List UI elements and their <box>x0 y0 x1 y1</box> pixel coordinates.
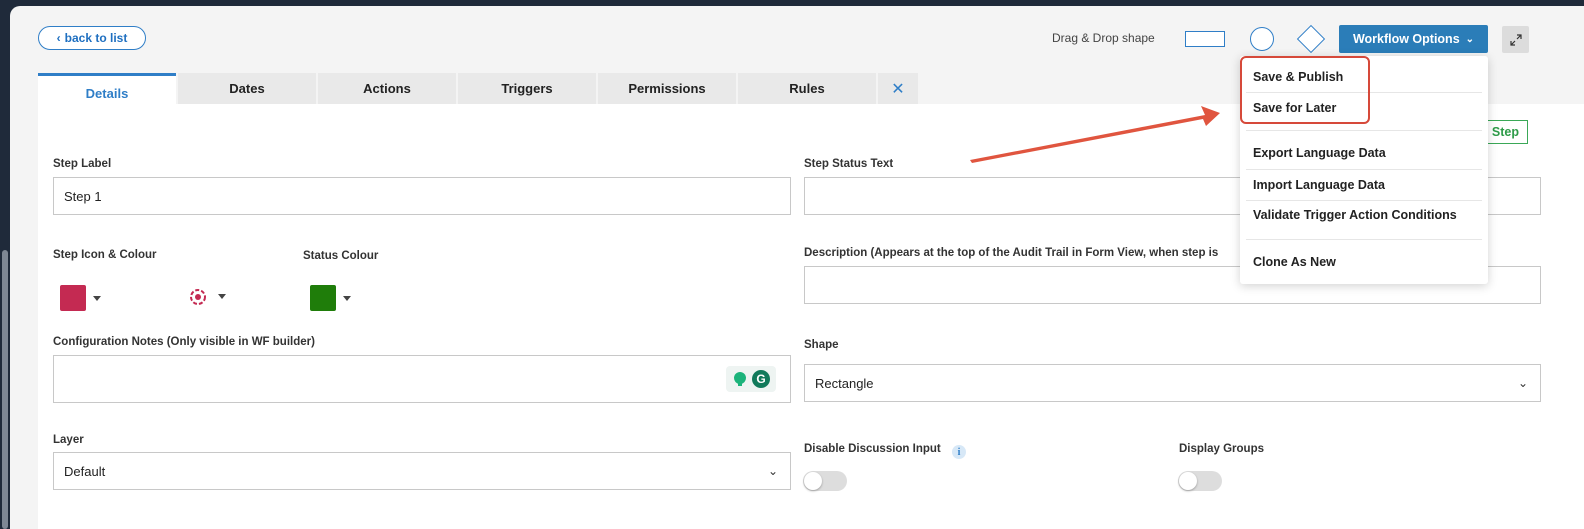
drag-drop-label: Drag & Drop shape <box>1052 31 1155 45</box>
rectangle-shape-icon[interactable] <box>1185 31 1225 47</box>
expand-icon <box>1509 33 1522 46</box>
menu-divider <box>1246 169 1482 170</box>
tab-bar: Details Dates Actions Triggers Permissio… <box>38 73 920 108</box>
grammarly-widget[interactable]: G <box>726 366 776 392</box>
status-colour-swatch[interactable] <box>310 285 336 311</box>
menu-item-validate-trigger[interactable]: Validate Trigger Action Conditions <box>1253 208 1457 222</box>
description-label: Description (Appears at the top of the A… <box>804 247 1219 259</box>
status-colour-caret-icon[interactable] <box>343 296 351 301</box>
layer-label: Layer <box>53 434 84 446</box>
annotation-arrow <box>970 106 1220 163</box>
shape-value: Rectangle <box>815 375 874 391</box>
chevron-left-icon: ‹ <box>56 31 61 45</box>
menu-item-export-language[interactable]: Export Language Data <box>1253 146 1386 160</box>
step-label-label: Step Label <box>53 158 112 170</box>
menu-divider <box>1246 130 1482 131</box>
back-to-list-label: back to list <box>64 31 128 45</box>
step-icon-caret-icon[interactable] <box>218 294 226 299</box>
scrollbar-thumb[interactable] <box>2 250 8 529</box>
svg-text:G: G <box>756 372 765 386</box>
tab-dates[interactable]: Dates <box>178 73 316 104</box>
step-colour-swatch[interactable] <box>60 285 86 311</box>
back-to-list-button[interactable]: ‹ back to list <box>38 26 146 50</box>
grammarly-icon: G <box>751 370 770 388</box>
shape-select[interactable]: Rectangle ⌄ <box>804 364 1541 402</box>
step-icon-colour-label: Step Icon & Colour <box>53 249 157 261</box>
menu-divider <box>1246 239 1482 240</box>
close-tab-icon[interactable]: ✕ <box>878 73 918 104</box>
workflow-options-label: Workflow Options <box>1352 32 1460 46</box>
configuration-notes-textarea[interactable] <box>53 355 791 403</box>
step-gear-icon[interactable] <box>187 286 209 308</box>
tab-triggers[interactable]: Triggers <box>458 73 596 104</box>
menu-divider <box>1246 200 1482 201</box>
workflow-builder: ‹ back to list Drag & Drop shape Workflo… <box>10 6 1584 529</box>
expand-button[interactable] <box>1502 26 1529 53</box>
menu-item-import-language[interactable]: Import Language Data <box>1253 178 1385 192</box>
display-groups-label: Display Groups <box>1179 443 1264 455</box>
save-options-highlight <box>1240 56 1370 124</box>
status-colour-label: Status Colour <box>303 250 379 262</box>
workflow-options-button[interactable]: Workflow Options ⌄ <box>1339 25 1488 53</box>
configuration-notes-label: Configuration Notes (Only visible in WF … <box>53 336 315 348</box>
tab-actions[interactable]: Actions <box>318 73 456 104</box>
tab-permissions[interactable]: Permissions <box>598 73 736 104</box>
info-icon[interactable]: i <box>952 445 966 459</box>
lightbulb-icon <box>733 372 746 386</box>
diamond-shape-icon[interactable] <box>1296 24 1326 54</box>
step-colour-caret-icon[interactable] <box>93 296 101 301</box>
display-groups-toggle[interactable] <box>1178 471 1222 491</box>
tab-details[interactable]: Details <box>38 73 176 108</box>
chevron-down-icon: ⌄ <box>767 464 778 478</box>
disable-discussion-label: Disable Discussion Input <box>804 443 941 455</box>
step-status-text-label: Step Status Text <box>804 158 894 170</box>
circle-shape-icon[interactable] <box>1250 27 1274 51</box>
menu-item-clone-as-new[interactable]: Clone As New <box>1253 255 1336 269</box>
step-label-input[interactable]: Step 1 <box>53 177 791 215</box>
scrollbar-track[interactable] <box>0 0 10 529</box>
chevron-down-icon: ⌄ <box>1517 376 1528 390</box>
tab-rules[interactable]: Rules <box>738 73 876 104</box>
chevron-down-icon: ⌄ <box>1465 33 1475 45</box>
shape-label: Shape <box>804 339 839 351</box>
disable-discussion-toggle[interactable] <box>803 471 847 491</box>
layer-select[interactable]: Default ⌄ <box>53 452 791 490</box>
layer-value: Default <box>64 463 106 479</box>
